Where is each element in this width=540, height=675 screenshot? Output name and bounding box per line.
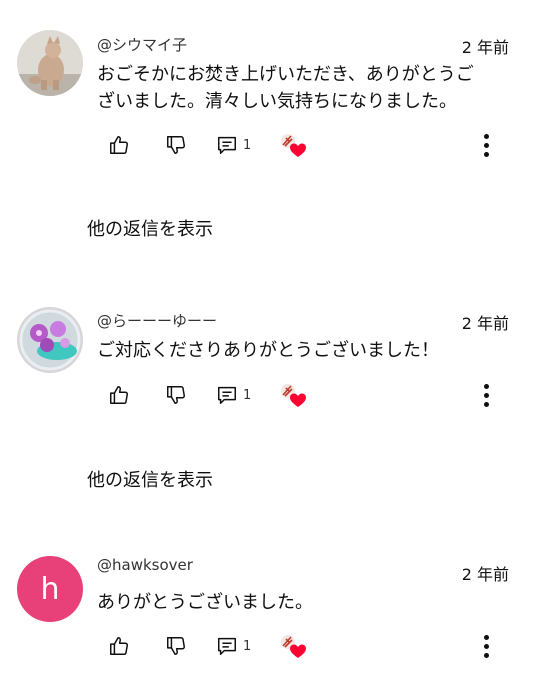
show-replies-button[interactable]: 他の返信を表示 xyxy=(87,466,213,492)
comment-actions: 1 xyxy=(0,631,540,661)
dislike-button[interactable] xyxy=(165,130,187,160)
comment-actions: 1 xyxy=(0,130,540,160)
avatar[interactable]: h xyxy=(17,556,83,622)
comment-text: ありがとうございました。 xyxy=(97,589,512,616)
comment-time[interactable]: 2 年前 xyxy=(462,561,509,585)
show-replies-button[interactable]: 他の返信を表示 xyxy=(87,215,213,241)
comment-text: ご対応くださりありがとうございました！ xyxy=(97,337,512,364)
comment-actions: 1 xyxy=(0,380,540,410)
avatar[interactable] xyxy=(17,30,83,96)
creator-heart-icon xyxy=(281,635,306,658)
dislike-icon xyxy=(167,637,185,655)
comment-author[interactable]: @シウマイ子 xyxy=(97,34,187,55)
more-vert-icon xyxy=(483,133,489,139)
comment-text-line: ざいました。清々しい気持ちになりました。 xyxy=(97,91,457,112)
reply-count: 1 xyxy=(243,387,252,403)
creator-heart xyxy=(279,130,307,160)
creator-heart xyxy=(279,631,307,661)
reply-button[interactable]: 1 xyxy=(215,631,251,661)
more-vert-icon xyxy=(483,383,489,389)
reply-count: 1 xyxy=(243,137,252,153)
comment-text: おごそかにお焚き上げいただき、ありがとうご ざいました。清々しい気持ちになりまし… xyxy=(97,61,512,115)
reply-button[interactable]: 1 xyxy=(215,380,251,410)
comment-author[interactable]: @hawksover xyxy=(97,556,193,574)
reply-button[interactable]: 1 xyxy=(215,130,251,160)
like-button[interactable] xyxy=(108,631,130,661)
comment-author[interactable]: @らーーーゆーー xyxy=(97,310,217,331)
reply-icon xyxy=(218,386,236,404)
like-icon xyxy=(110,386,128,404)
avatar[interactable] xyxy=(17,307,83,373)
comment-text-line: ご対応くださりありがとうございました！ xyxy=(97,340,439,361)
more-actions-button[interactable] xyxy=(480,130,492,160)
dislike-icon xyxy=(167,136,185,154)
comment-time[interactable]: 2 年前 xyxy=(462,310,509,334)
reply-icon xyxy=(218,637,236,655)
comment-text-line: おごそかにお焚き上げいただき、ありがとうご xyxy=(97,64,474,85)
like-button[interactable] xyxy=(108,380,130,410)
like-icon xyxy=(110,136,128,154)
dislike-button[interactable] xyxy=(165,631,187,661)
comment-text-line: ありがとうございました。 xyxy=(97,592,313,613)
avatar-letter: h xyxy=(40,571,60,607)
more-vert-icon xyxy=(483,634,489,640)
flower-sphere-photo xyxy=(17,307,83,373)
creator-heart xyxy=(279,380,307,410)
like-icon xyxy=(110,637,128,655)
comment-time[interactable]: 2 年前 xyxy=(462,34,509,58)
more-actions-button[interactable] xyxy=(480,631,492,661)
reply-icon xyxy=(218,136,236,154)
cat-figure-photo xyxy=(17,30,83,96)
like-button[interactable] xyxy=(108,130,130,160)
more-actions-button[interactable] xyxy=(480,380,492,410)
reply-count: 1 xyxy=(243,638,252,654)
creator-heart-icon xyxy=(281,134,306,157)
dislike-button[interactable] xyxy=(165,380,187,410)
creator-heart-icon xyxy=(281,384,306,407)
dislike-icon xyxy=(167,386,185,404)
